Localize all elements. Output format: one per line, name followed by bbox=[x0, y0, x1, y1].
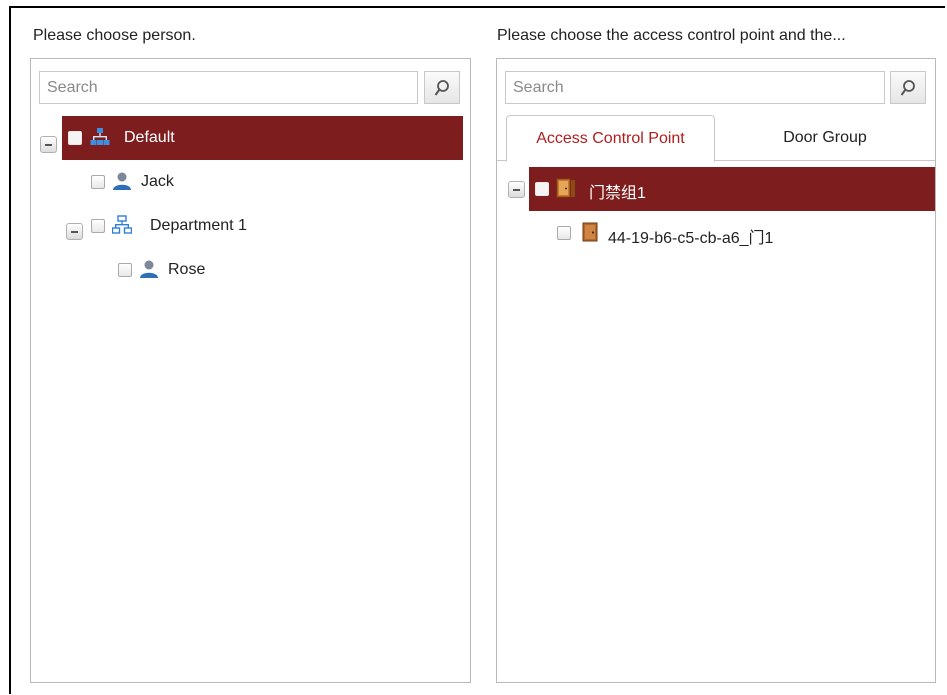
search-icon bbox=[434, 79, 449, 96]
person-icon bbox=[140, 260, 158, 278]
collapse-default-button[interactable] bbox=[40, 136, 57, 153]
person-search-button[interactable] bbox=[424, 71, 460, 104]
person-search-input[interactable] bbox=[40, 72, 417, 103]
person-panel-title: Please choose person. bbox=[33, 27, 196, 44]
tab-door-group[interactable]: Door Group bbox=[715, 115, 935, 161]
jack-label: Jack bbox=[141, 173, 174, 190]
door-group-icon bbox=[556, 178, 575, 198]
tree-node-rose[interactable]: Rose bbox=[118, 248, 418, 292]
person-search-field[interactable] bbox=[39, 71, 418, 104]
rose-checkbox[interactable] bbox=[118, 263, 132, 277]
tab-bar: Access Control Point Door Group bbox=[497, 115, 935, 162]
collapse-department-button[interactable] bbox=[66, 223, 83, 240]
search-icon bbox=[900, 79, 915, 96]
tree-node-department-1[interactable]: Department 1 bbox=[91, 204, 391, 248]
tab-access-control-point[interactable]: Access Control Point bbox=[506, 115, 715, 162]
organization-icon bbox=[112, 215, 132, 234]
person-panel: Default Jack Department 1 Rose bbox=[30, 58, 471, 683]
person-icon bbox=[113, 172, 131, 190]
jack-checkbox[interactable] bbox=[91, 175, 105, 189]
access-point-search-input[interactable] bbox=[506, 72, 884, 103]
tree-node-door[interactable]: 44-19-b6-c5-cb-a6_门1 bbox=[557, 211, 917, 255]
door-checkbox[interactable] bbox=[557, 226, 571, 240]
door-group-label: 门禁组1 bbox=[589, 185, 646, 202]
tree-node-door-group[interactable]: 门禁组1 bbox=[529, 167, 935, 211]
rose-label: Rose bbox=[168, 261, 206, 278]
default-label: Default bbox=[124, 129, 175, 146]
access-point-panel-title: Please choose the access control point a… bbox=[497, 27, 846, 44]
access-point-search-field[interactable] bbox=[505, 71, 885, 104]
access-point-search-button[interactable] bbox=[890, 71, 926, 104]
access-point-panel: Access Control Point Door Group 门禁组1 44-… bbox=[496, 58, 936, 683]
department-checkbox[interactable] bbox=[91, 219, 105, 233]
door-group-checkbox[interactable] bbox=[535, 182, 549, 196]
tree-node-default[interactable]: Default bbox=[62, 116, 463, 160]
door-label: 44-19-b6-c5-cb-a6_门1 bbox=[608, 230, 774, 247]
tree-node-jack[interactable]: Jack bbox=[91, 160, 391, 204]
organization-icon bbox=[90, 128, 110, 145]
default-checkbox[interactable] bbox=[68, 131, 82, 145]
door-icon bbox=[582, 222, 598, 242]
department-label: Department 1 bbox=[150, 217, 247, 234]
collapse-group-button[interactable] bbox=[508, 181, 525, 198]
